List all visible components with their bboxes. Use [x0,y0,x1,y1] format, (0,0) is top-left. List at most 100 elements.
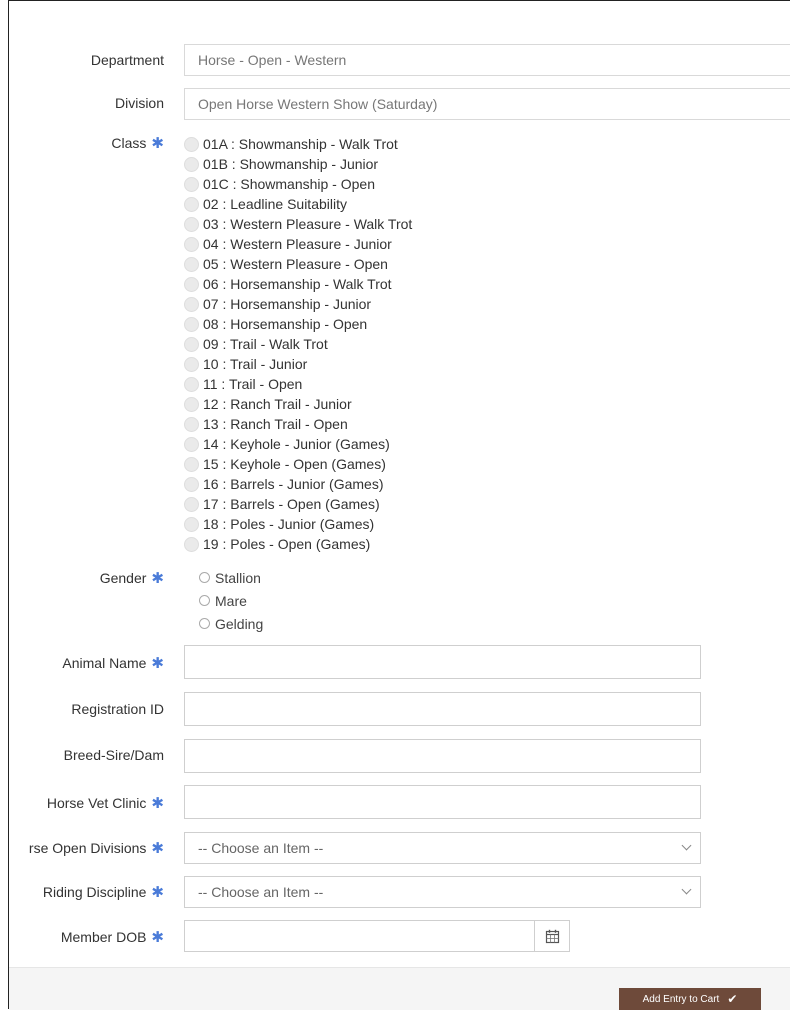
class-option[interactable]: 11 : Trail - Open [184,374,584,394]
horse-vet-clinic-label: Horse Vet Clinic ✱ [46,795,164,812]
class-option-label: 01C : Showmanship - Open [203,176,375,192]
class-option-label: 09 : Trail - Walk Trot [203,336,328,352]
class-option[interactable]: 01A : Showmanship - Walk Trot [184,134,584,154]
add-entry-to-cart-label: Add Entry to Cart [642,993,720,1005]
gender-radio-group: Stallion Mare Gelding [199,566,263,635]
riding-discipline-value: -- Choose an Item -- [198,884,324,900]
class-option[interactable]: 08 : Horsemanship - Open [184,314,584,334]
class-option[interactable]: 18 : Poles - Junior (Games) [184,514,584,534]
riding-discipline-label: Riding Discipline ✱ [42,884,164,901]
horse-open-divisions-select[interactable]: -- Choose an Item -- [184,832,701,864]
class-option[interactable]: 17 : Barrels - Open (Games) [184,494,584,514]
required-icon: ✱ [151,840,164,857]
class-option[interactable]: 04 : Western Pleasure - Junior [184,234,584,254]
required-icon: ✱ [151,884,164,901]
class-option[interactable]: 02 : Leadline Suitability [184,194,584,214]
class-radio-button[interactable] [184,176,199,192]
class-option[interactable]: 01B : Showmanship - Junior [184,154,584,174]
breed-sire-dam-input[interactable] [184,739,701,773]
class-radio-button[interactable] [184,516,199,532]
checkmark-icon: ✔ [727,992,738,1006]
class-option[interactable]: 13 : Ranch Trail - Open [184,414,584,434]
class-option[interactable]: 06 : Horsemanship - Walk Trot [184,274,584,294]
riding-discipline-select[interactable]: -- Choose an Item -- [184,876,701,908]
member-dob-input[interactable] [184,920,535,952]
class-option[interactable]: 05 : Western Pleasure - Open [184,254,584,274]
class-option-label: 13 : Ranch Trail - Open [203,416,348,432]
horse-open-divisions-value: -- Choose an Item -- [198,840,324,856]
class-radio-button[interactable] [184,216,199,232]
class-option[interactable]: 16 : Barrels - Junior (Games) [184,474,584,494]
gender-option[interactable]: Gelding [199,612,263,635]
class-option-label: 05 : Western Pleasure - Open [203,256,388,272]
division-label: Division [114,95,164,111]
class-radio-button[interactable] [184,276,199,292]
required-icon: ✱ [151,929,164,946]
calendar-button[interactable] [535,920,570,952]
horse-vet-clinic-input[interactable] [184,785,701,819]
department-field: Horse - Open - Western [184,44,790,76]
required-icon: ✱ [151,135,164,152]
class-option[interactable]: 03 : Western Pleasure - Walk Trot [184,214,584,234]
class-radio-group: 01A : Showmanship - Walk Trot 01B : Showm… [184,134,584,554]
registration-id-input[interactable] [184,692,701,726]
gender-label: Gender ✱ [99,570,164,587]
class-radio-button[interactable] [184,416,199,432]
class-radio-button[interactable] [184,436,199,452]
chevron-down-icon [681,884,692,895]
class-option-label: 08 : Horsemanship - Open [203,316,368,332]
class-option[interactable]: 19 : Poles - Open (Games) [184,534,584,554]
class-radio-button[interactable] [184,356,199,372]
gender-option-label: Mare [215,592,247,609]
animal-name-input[interactable] [184,645,701,679]
class-option[interactable]: 12 : Ranch Trail - Junior [184,394,584,414]
calendar-icon [545,929,559,943]
class-option[interactable]: 09 : Trail - Walk Trot [184,334,584,354]
gender-radio-button[interactable] [199,572,210,583]
class-option-label: 17 : Barrels - Open (Games) [203,496,380,512]
gender-option[interactable]: Mare [199,589,263,612]
class-option-label: 16 : Barrels - Junior (Games) [203,476,384,492]
class-radio-button[interactable] [184,336,199,352]
class-option[interactable]: 10 : Trail - Junior [184,354,584,374]
class-option-label: 10 : Trail - Junior [203,356,308,372]
class-option-label: 01A : Showmanship - Walk Trot [203,136,398,152]
class-radio-button[interactable] [184,156,199,172]
class-option-label: 18 : Poles - Junior (Games) [203,516,375,532]
class-option-label: 11 : Trail - Open [203,376,303,392]
class-radio-button[interactable] [184,496,199,512]
class-option-label: 12 : Ranch Trail - Junior [203,396,352,412]
class-radio-button[interactable] [184,376,199,392]
class-radio-button[interactable] [184,136,199,152]
class-radio-button[interactable] [184,236,199,252]
class-radio-button[interactable] [184,316,199,332]
class-radio-button[interactable] [184,536,199,552]
class-radio-button[interactable] [184,476,199,492]
gender-option[interactable]: Stallion [199,566,263,589]
class-option[interactable]: 07 : Horsemanship - Junior [184,294,584,314]
gender-radio-button[interactable] [199,618,210,629]
class-label: Class ✱ [111,135,164,152]
add-entry-to-cart-button[interactable]: Add Entry to Cart ✔ [619,988,761,1010]
class-radio-button[interactable] [184,296,199,312]
class-radio-button[interactable] [184,196,199,212]
class-option-label: 03 : Western Pleasure - Walk Trot [203,216,413,232]
class-option-label: 04 : Western Pleasure - Junior [203,236,392,252]
department-label: Department [90,52,164,68]
required-icon: ✱ [151,570,164,587]
class-option-label: 19 : Poles - Open (Games) [203,536,371,552]
class-radio-button[interactable] [184,396,199,412]
animal-name-label: Animal Name ✱ [62,655,164,672]
class-option-label: 06 : Horsemanship - Walk Trot [203,276,392,292]
class-option-label: 02 : Leadline Suitability [203,196,347,212]
class-radio-button[interactable] [184,256,199,272]
class-option-label: 01B : Showmanship - Junior [203,156,379,172]
class-option[interactable]: 01C : Showmanship - Open [184,174,584,194]
class-option-label: 07 : Horsemanship - Junior [203,296,372,312]
class-option-label: 14 : Keyhole - Junior (Games) [203,436,390,452]
class-radio-button[interactable] [184,456,199,472]
class-option[interactable]: 15 : Keyhole - Open (Games) [184,454,584,474]
gender-radio-button[interactable] [199,595,210,606]
class-option[interactable]: 14 : Keyhole - Junior (Games) [184,434,584,454]
division-field: Open Horse Western Show (Saturday) [184,88,790,120]
